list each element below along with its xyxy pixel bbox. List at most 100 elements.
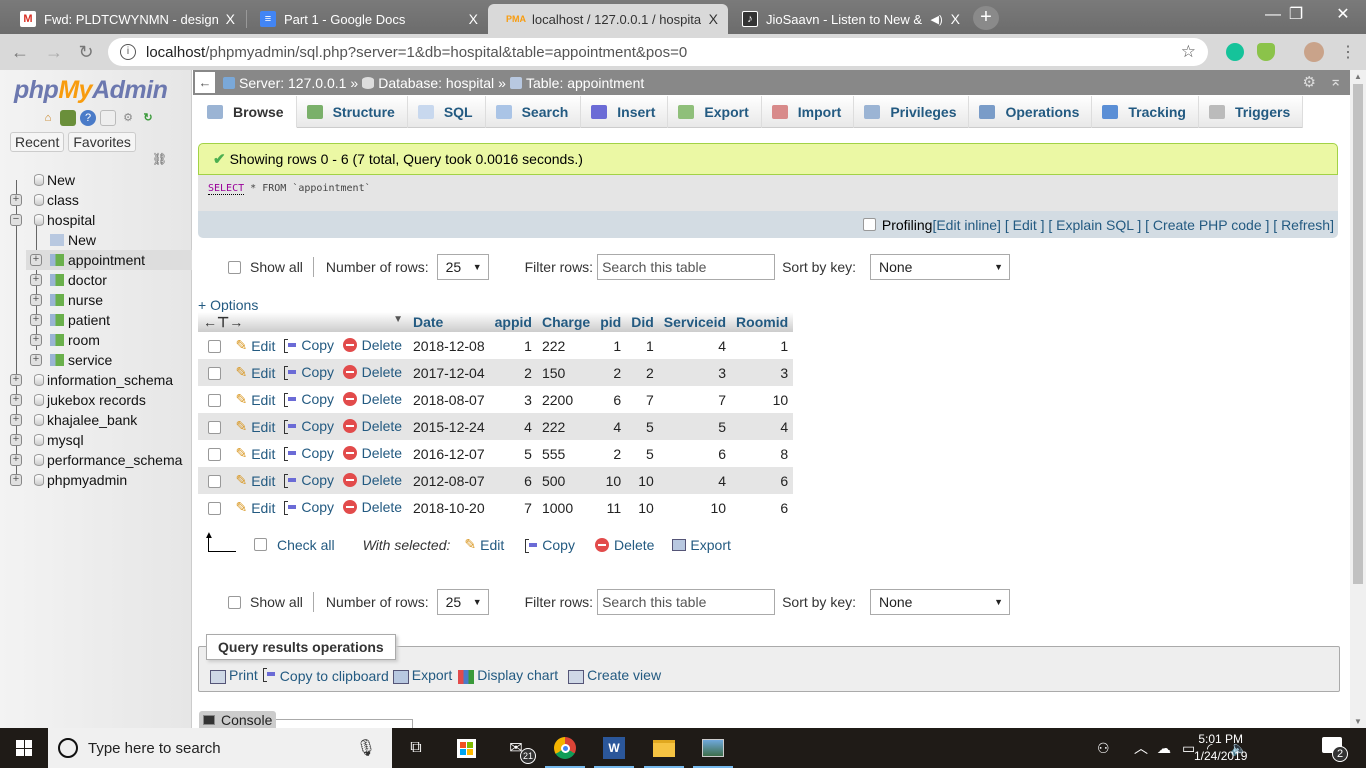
edit-row-button[interactable]: ✎ Edit: [235, 364, 275, 381]
row-checkbox[interactable]: [208, 367, 221, 381]
column-header-charge[interactable]: Charge: [536, 312, 596, 332]
edit-row-button[interactable]: ✎ Edit: [235, 445, 275, 462]
tab-browse[interactable]: Browse: [197, 96, 297, 128]
row-checkbox[interactable]: [208, 448, 221, 462]
new-tab-button[interactable]: +: [973, 6, 999, 30]
link-with-main-panel-icon[interactable]: ⛓: [152, 152, 167, 166]
delete-row-button[interactable]: Delete: [342, 391, 402, 407]
recent-button[interactable]: Recent: [10, 132, 65, 152]
copy-to-clipboard-link[interactable]: Copy to clipboard: [262, 667, 389, 684]
forward-icon[interactable]: →: [42, 40, 66, 64]
close-tab-icon[interactable]: X: [709, 11, 718, 27]
cell-pid[interactable]: 1: [595, 332, 627, 359]
breadcrumb-server[interactable]: Server: 127.0.0.1: [239, 75, 346, 91]
number-of-rows-select[interactable]: 25 ▼: [436, 254, 489, 280]
copy-row-button[interactable]: Copy: [283, 445, 334, 461]
cell-pid[interactable]: 4: [595, 413, 627, 440]
copy-row-button[interactable]: Copy: [283, 499, 334, 515]
tab-insert[interactable]: Insert: [581, 96, 669, 128]
bulk-edit-button[interactable]: ✎ Edit: [464, 536, 504, 553]
copy-row-button[interactable]: Copy: [283, 391, 334, 407]
chrome-icon[interactable]: [545, 734, 585, 768]
cell-serviceid[interactable]: 4: [658, 332, 732, 359]
column-header-serviceid[interactable]: Serviceid: [658, 312, 732, 332]
row-checkbox[interactable]: [208, 475, 221, 489]
cell-roomid[interactable]: 3: [731, 359, 794, 386]
collapse-icon[interactable]: −: [10, 214, 22, 226]
cell-appid[interactable]: 6: [489, 467, 537, 494]
scroll-up-arrow-icon[interactable]: ▲: [1350, 72, 1366, 81]
sql-keyword-select[interactable]: SELECT: [208, 183, 245, 195]
reload-navigation-icon[interactable]: ↻: [140, 110, 156, 126]
site-info-icon[interactable]: i: [120, 44, 136, 60]
bulk-delete-button[interactable]: Delete: [594, 537, 654, 553]
cell-date[interactable]: 2016-12-07: [408, 440, 490, 467]
cell-date[interactable]: 2018-10-20: [408, 494, 490, 521]
mail-icon[interactable]: ✉ 21: [502, 734, 536, 764]
vertical-scrollbar[interactable]: ▲ ▼: [1350, 70, 1366, 728]
cell-date[interactable]: 2017-12-04: [408, 359, 490, 386]
cell-appid[interactable]: 7: [489, 494, 537, 521]
expand-icon[interactable]: +: [30, 274, 42, 286]
expand-icon[interactable]: +: [30, 294, 42, 306]
tree-item-doctor[interactable]: + doctor: [0, 270, 192, 290]
onedrive-icon[interactable]: ☁: [1157, 728, 1171, 768]
tree-item-nurse[interactable]: + nurse: [0, 290, 192, 310]
cell-serviceid[interactable]: 7: [658, 386, 732, 413]
collapse-navigation-icon[interactable]: ←: [195, 72, 215, 93]
cell-roomid[interactable]: 6: [731, 467, 794, 494]
copy-row-button[interactable]: Copy: [283, 472, 334, 488]
show-all-checkbox[interactable]: [228, 595, 241, 609]
refresh-link[interactable]: [ Refresh]: [1273, 217, 1334, 233]
breadcrumb-database[interactable]: Database: hospital: [378, 75, 494, 91]
cell-charge[interactable]: 500: [536, 467, 596, 494]
home-icon[interactable]: ⌂: [40, 110, 56, 126]
tab-privileges[interactable]: Privileges: [854, 96, 970, 128]
cell-date[interactable]: 2018-12-08: [408, 332, 490, 359]
file-explorer-icon[interactable]: [644, 734, 684, 768]
cell-pid[interactable]: 10: [595, 467, 627, 494]
row-checkbox[interactable]: [208, 394, 221, 408]
browser-menu-icon[interactable]: ⋮: [1340, 42, 1356, 62]
edit-inline-link[interactable]: [Edit inline]: [932, 217, 1000, 233]
expand-icon[interactable]: +: [10, 394, 22, 406]
settings-gear-icon[interactable]: ⚙: [120, 110, 136, 126]
expand-icon[interactable]: +: [10, 474, 22, 486]
cell-charge[interactable]: 2200: [536, 386, 596, 413]
edit-row-button[interactable]: ✎ Edit: [235, 337, 275, 354]
expand-icon[interactable]: +: [10, 374, 22, 386]
edit-row-button[interactable]: ✎ Edit: [235, 499, 275, 516]
people-icon[interactable]: ⚇: [1097, 728, 1110, 768]
cell-pid[interactable]: 11: [595, 494, 627, 521]
sort-by-key-select[interactable]: None ▼: [870, 254, 1010, 280]
bookmark-star-icon[interactable]: ☆: [1181, 42, 1196, 62]
cell-pid[interactable]: 6: [595, 386, 627, 413]
column-header-did[interactable]: Did: [626, 312, 659, 332]
cell-appid[interactable]: 2: [489, 359, 537, 386]
tab-import[interactable]: Import: [762, 96, 855, 128]
cell-did[interactable]: 7: [626, 386, 659, 413]
close-tab-icon[interactable]: X: [226, 11, 235, 27]
expand-icon[interactable]: +: [30, 254, 42, 266]
tree-item-jukebox-records[interactable]: + jukebox records: [0, 390, 192, 410]
delete-row-button[interactable]: Delete: [342, 499, 402, 515]
copy-row-button[interactable]: Copy: [283, 364, 334, 380]
tab-sql[interactable]: SQL: [408, 96, 486, 128]
tab-structure[interactable]: Structure: [297, 96, 408, 128]
system-clock[interactable]: 5:01 PM 1/24/2019: [1194, 731, 1247, 765]
close-tab-icon[interactable]: X: [469, 11, 478, 27]
close-tab-icon[interactable]: X: [951, 11, 960, 27]
address-bar[interactable]: i localhost/phpmyadmin/sql.php?server=1&…: [108, 38, 1208, 66]
export-link[interactable]: Export: [392, 667, 452, 684]
tab-operations[interactable]: Operations: [969, 96, 1093, 128]
edit-link[interactable]: [ Edit ]: [1005, 217, 1045, 233]
tab-tracking[interactable]: Tracking: [1092, 96, 1199, 128]
logout-icon[interactable]: [60, 110, 76, 126]
tree-item-khajalee_bank[interactable]: + khajalee_bank: [0, 410, 192, 430]
task-view-icon[interactable]: ⧉: [402, 734, 430, 762]
sort-by-key-select[interactable]: None ▼: [870, 589, 1010, 615]
cell-did[interactable]: 1: [626, 332, 659, 359]
create-php-code-link[interactable]: [ Create PHP code ]: [1145, 217, 1269, 233]
browser-tab-phpmyadmin[interactable]: PMA localhost / 127.0.0.1 / hospital / a…: [488, 4, 728, 34]
cell-roomid[interactable]: 6: [731, 494, 794, 521]
